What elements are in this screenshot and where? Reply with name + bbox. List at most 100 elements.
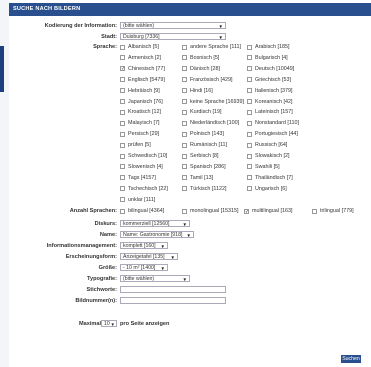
language-checkbox[interactable] [182, 131, 187, 137]
chevron-down-icon: ▼ [186, 233, 191, 238]
language-checkbox[interactable] [120, 120, 125, 126]
name-value: Name: Gastronomie [918] [123, 232, 183, 238]
language-checkbox[interactable] [247, 153, 252, 159]
language-checkbox[interactable] [247, 55, 252, 61]
erscheinung-label: Erscheinungsform: [65, 254, 117, 260]
language-checkbox[interactable] [182, 175, 187, 181]
language-label: Italienisch [379] [255, 87, 293, 94]
anzahl-checkbox[interactable] [312, 208, 317, 214]
language-label: Swahili [5] [255, 163, 280, 170]
language-checkbox[interactable] [120, 55, 125, 61]
language-checkbox[interactable] [120, 109, 125, 115]
name-label: Name: [99, 232, 117, 238]
language-checkbox[interactable] [247, 164, 252, 170]
language-checkbox[interactable] [120, 77, 125, 83]
language-checkbox[interactable] [182, 44, 187, 50]
language-checkbox[interactable] [247, 175, 252, 181]
language-checkbox[interactable] [120, 175, 125, 181]
language-checkbox[interactable] [247, 44, 252, 50]
language-label: Hindi [16] [190, 87, 213, 94]
anzahl-checkbox[interactable]: ✓ [244, 208, 249, 214]
language-checkbox[interactable] [182, 109, 187, 115]
language-checkbox[interactable] [247, 142, 252, 148]
language-checkbox[interactable] [120, 88, 125, 94]
language-checkbox[interactable] [182, 77, 187, 83]
language-label: Thailändisch [7] [255, 174, 293, 181]
chevron-down-icon: ▼ [170, 255, 175, 260]
maximal-value: 10 [104, 321, 110, 327]
language-label: Niederländisch [100] [190, 120, 240, 127]
language-checkbox[interactable] [120, 164, 125, 170]
info-label: Informationsmanagement: [46, 243, 117, 249]
language-checkbox[interactable] [247, 109, 252, 115]
stadt-select[interactable]: Duisburg [7336] ▼ [120, 33, 226, 40]
language-label: Arabisch [185] [255, 44, 290, 50]
typografie-select[interactable]: (bitte wählen) ▼ [120, 275, 190, 282]
kodierung-select[interactable]: (bitte wählen) ▼ [120, 22, 226, 29]
language-checkbox[interactable] [182, 153, 187, 159]
name-select[interactable]: Name: Gastronomie [918] ▼ [120, 231, 194, 238]
language-label: Chinesisch [77] [128, 65, 165, 72]
language-checkbox[interactable] [182, 164, 187, 170]
chevron-down-icon: ▼ [218, 24, 223, 29]
sidebar-accent [0, 46, 4, 92]
language-label: andere Sprache [111] [190, 44, 242, 50]
language-checkbox[interactable] [247, 88, 252, 94]
groesse-value: - 10 m² [1400] [123, 265, 156, 271]
language-checkbox[interactable] [182, 55, 187, 61]
groesse-label: Größe: [98, 265, 117, 271]
diskurs-label: Diskurs: [94, 221, 117, 227]
language-checkbox[interactable]: ✓ [120, 66, 125, 72]
bildnummer-input[interactable] [120, 297, 226, 304]
language-checkbox[interactable] [247, 99, 252, 104]
stadt-label: Stadt: [101, 34, 117, 40]
sprache-label: Sprache: [93, 44, 117, 50]
language-checkbox[interactable] [182, 186, 187, 192]
kodierung-value: (bitte wählen) [123, 23, 155, 29]
language-label: Ungarisch [6] [255, 185, 287, 192]
erscheinung-value: Anzeigetafel [135] [123, 254, 165, 260]
search-panel: SUCHE NACH BILDERN Kodierung der Informa… [9, 3, 371, 367]
language-checkbox[interactable] [247, 131, 252, 137]
language-label: Japanisch [76] [128, 98, 163, 105]
groesse-select[interactable]: - 10 m² [1400] ▼ [120, 264, 168, 271]
language-label: Armenisch [2] [128, 54, 161, 61]
language-label: Slowakisch [2] [255, 153, 290, 159]
language-checkbox[interactable] [120, 131, 125, 137]
language-checkbox[interactable] [247, 120, 252, 126]
maximal-select[interactable]: 10 ▼ [101, 320, 117, 327]
search-button[interactable]: Suchen [341, 355, 361, 363]
info-value: komplett [160] [123, 243, 156, 249]
anzahl-option-label: bilingual [4364] [128, 208, 165, 214]
anzahl-checkbox[interactable] [182, 208, 187, 214]
anzahl-checkbox[interactable] [120, 208, 125, 214]
language-checkbox[interactable] [182, 120, 187, 126]
language-checkbox[interactable] [120, 153, 125, 159]
language-checkbox[interactable] [120, 99, 125, 104]
language-checkbox[interactable] [120, 186, 125, 192]
anzahl-label: Anzahl Sprachen: [69, 208, 117, 214]
diskurs-select[interactable]: kommerziell [12560] ▼ [120, 220, 190, 227]
erscheinung-select[interactable]: Anzeigetafel [135] ▼ [120, 253, 178, 260]
language-label: Russisch [64] [255, 142, 288, 149]
anzahl-option-label: multilingual [163] [252, 208, 293, 214]
language-checkbox[interactable] [247, 186, 252, 192]
language-label: Tschechisch [22] [128, 185, 168, 192]
language-checkbox[interactable] [120, 197, 125, 203]
language-checkbox[interactable] [120, 142, 125, 148]
language-checkbox[interactable] [247, 66, 252, 72]
language-checkbox[interactable] [182, 88, 187, 94]
language-label: Albanisch [5] [128, 44, 159, 50]
info-select[interactable]: komplett [160] ▼ [120, 242, 168, 249]
anzahl-option-label: trilingual [779] [320, 208, 354, 214]
language-checkbox[interactable] [182, 142, 187, 148]
language-checkbox[interactable] [182, 99, 187, 104]
stadt-value: Duisburg [7336] [123, 34, 160, 40]
language-checkbox[interactable] [247, 77, 252, 83]
stichworte-input[interactable] [120, 286, 226, 293]
language-checkbox[interactable] [182, 66, 187, 72]
language-label: Dänisch [28] [190, 65, 220, 72]
language-checkbox[interactable] [120, 44, 125, 50]
maximal-label: Maximal [79, 321, 102, 327]
language-label: Englisch [5479] [128, 76, 165, 83]
